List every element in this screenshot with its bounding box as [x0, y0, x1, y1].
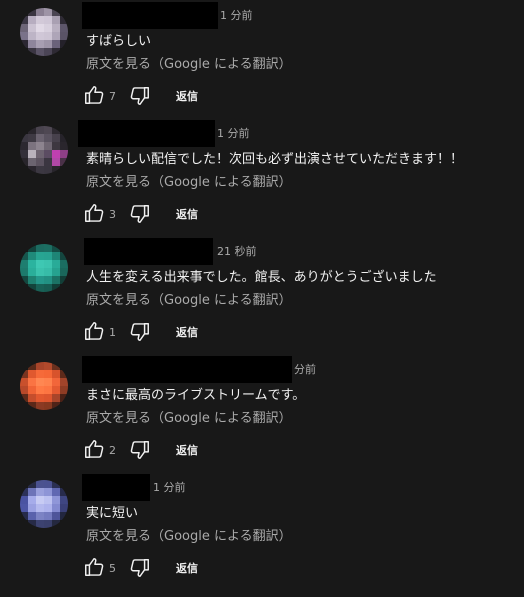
comment-item: 分前まさに最高のライブストリームです。原文を見る（Google による翻訳） 2 返…	[0, 354, 524, 472]
reply-button[interactable]: 返信	[176, 444, 198, 458]
author-name-redacted[interactable]	[78, 120, 215, 147]
like-count: 3	[109, 208, 116, 221]
see-original-link[interactable]: 原文を見る（Google による翻訳）	[86, 527, 292, 547]
dislike-button[interactable]	[129, 557, 153, 581]
author-name-redacted[interactable]	[82, 474, 150, 501]
thumbs-down-icon	[129, 439, 153, 461]
comment-text: 人生を変える出来事でした。館長、ありがとうございました	[86, 270, 437, 285]
comment-item: 1 分前素晴らしい配信でした！次回も必ず出演させていただきます！！ 原文を見る（G…	[0, 118, 524, 236]
avatar[interactable]	[20, 126, 68, 174]
like-count: 7	[109, 90, 116, 103]
like-button[interactable]	[83, 320, 107, 344]
comment-timestamp[interactable]: 1 分前	[220, 9, 253, 23]
like-count: 5	[109, 562, 116, 575]
reply-button[interactable]: 返信	[176, 208, 198, 222]
comment-text: すばらしい	[86, 34, 152, 49]
see-original-link[interactable]: 原文を見る（Google による翻訳）	[86, 173, 292, 193]
avatar[interactable]	[20, 244, 68, 292]
see-original-link[interactable]: 原文を見る（Google による翻訳）	[86, 291, 292, 311]
comment-text: 実に短い	[86, 506, 139, 521]
like-button[interactable]	[83, 202, 107, 226]
comment-item: 1 分前 実に短い原文を見る（Google による翻訳） 5 返信	[0, 472, 524, 590]
reply-button[interactable]: 返信	[176, 326, 198, 340]
comment-timestamp[interactable]: 21 秒前	[217, 245, 257, 259]
thumbs-down-icon	[129, 203, 153, 225]
dislike-button[interactable]	[129, 321, 153, 345]
comment-timestamp[interactable]: 1 分前	[153, 481, 186, 495]
comment-item: 21 秒前人生を変える出来事でした。館長、ありがとうございました原文を見る（Go…	[0, 236, 524, 354]
thumbs-up-icon	[83, 438, 107, 460]
avatar[interactable]	[20, 480, 68, 528]
dislike-button[interactable]	[129, 439, 153, 463]
like-count: 2	[109, 444, 116, 457]
like-button[interactable]	[83, 84, 107, 108]
comment-timestamp[interactable]: 分前	[294, 363, 316, 377]
thumbs-up-icon	[83, 556, 107, 578]
see-original-link[interactable]: 原文を見る（Google による翻訳）	[86, 409, 292, 429]
dislike-button[interactable]	[129, 203, 153, 227]
thumbs-down-icon	[129, 557, 153, 579]
like-button[interactable]	[83, 438, 107, 462]
like-button[interactable]	[83, 556, 107, 580]
comment-text: まさに最高のライブストリームです。	[86, 388, 306, 403]
thumbs-down-icon	[129, 321, 153, 343]
reply-button[interactable]: 返信	[176, 562, 198, 576]
comment-item: 1 分前すばらしい原文を見る（Google による翻訳） 7 返信	[0, 0, 524, 118]
thumbs-up-icon	[83, 84, 107, 106]
dislike-button[interactable]	[129, 85, 153, 109]
like-count: 1	[109, 326, 116, 339]
avatar[interactable]	[20, 362, 68, 410]
reply-button[interactable]: 返信	[176, 90, 198, 104]
author-name-redacted[interactable]	[82, 2, 218, 29]
thumbs-up-icon	[83, 320, 107, 342]
thumbs-down-icon	[129, 85, 153, 107]
author-name-redacted[interactable]	[82, 356, 292, 383]
see-original-link[interactable]: 原文を見る（Google による翻訳）	[86, 55, 292, 75]
avatar[interactable]	[20, 8, 68, 56]
author-name-redacted[interactable]	[84, 238, 213, 265]
comment-text: 素晴らしい配信でした！次回も必ず出演させていただきます！！	[86, 152, 464, 167]
comment-timestamp[interactable]: 1 分前	[217, 127, 250, 141]
comment-list: 1 分前 すばらしい 原文を見る（Google による翻訳） 7 返信 1 分前 素晴らしい…	[0, 0, 524, 597]
thumbs-up-icon	[83, 202, 107, 224]
